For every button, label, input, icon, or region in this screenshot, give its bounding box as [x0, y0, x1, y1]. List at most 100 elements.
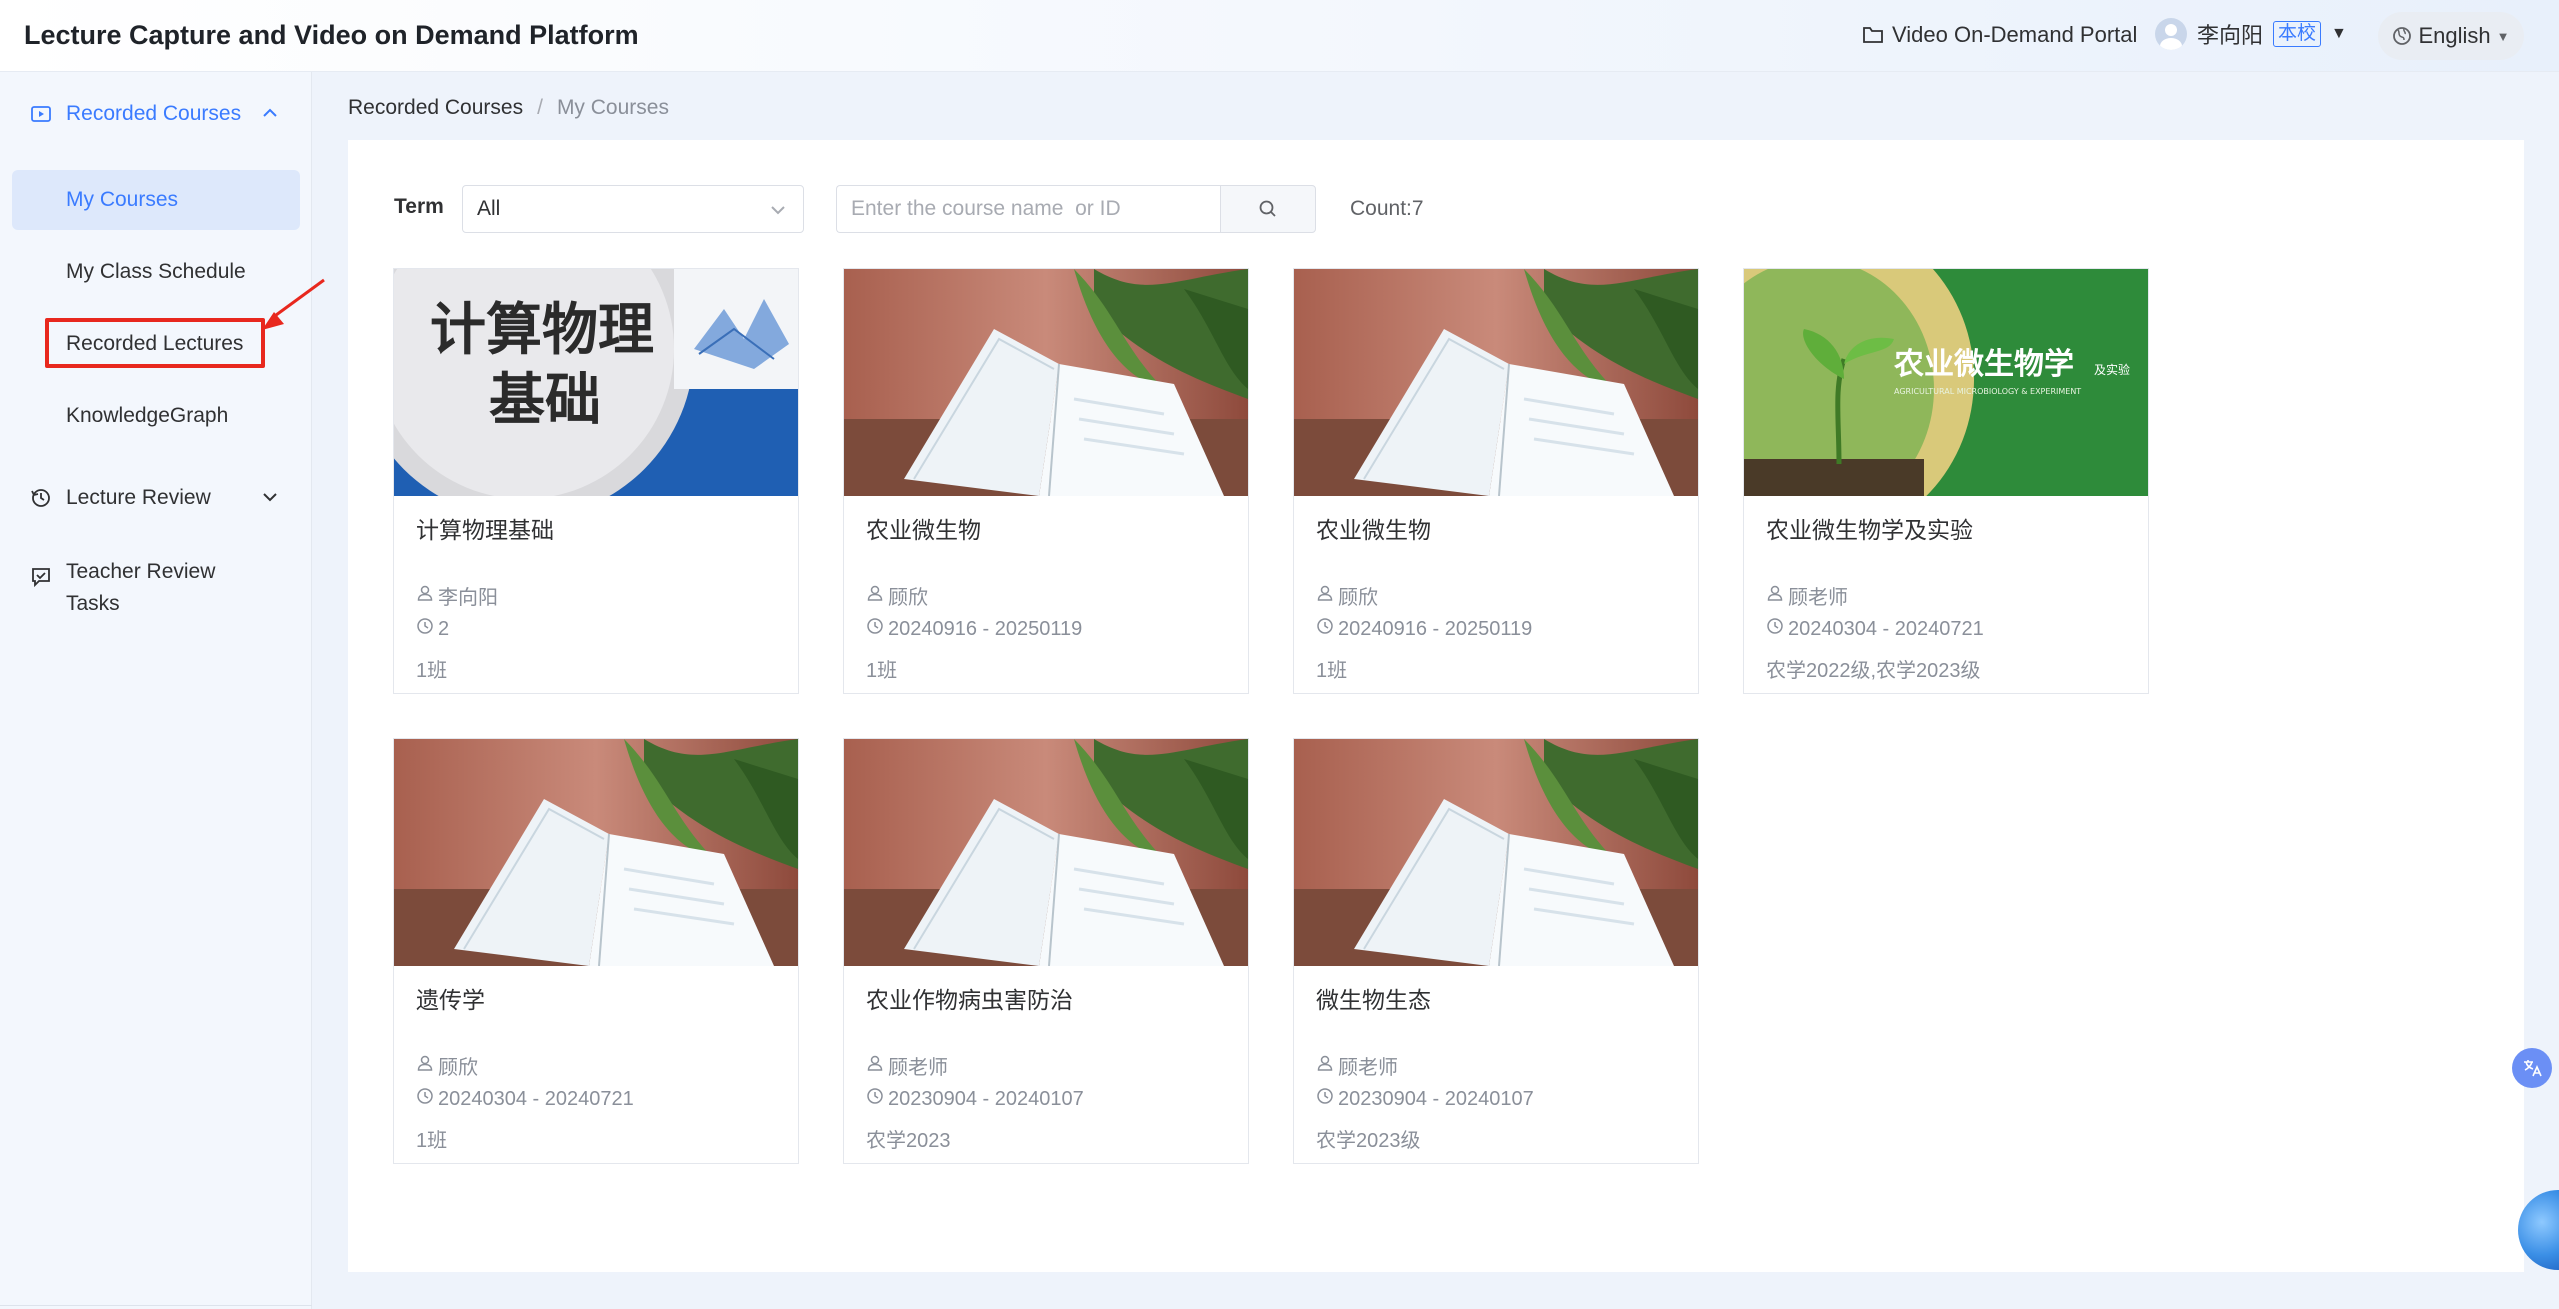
filter-bar: Term All Count:7	[394, 185, 1494, 233]
course-title[interactable]: 农业微生物学及实验	[1766, 511, 1973, 545]
clock-icon	[866, 617, 884, 641]
user-icon	[866, 584, 884, 608]
vod-portal-label: Video On-Demand Portal	[1892, 22, 2138, 47]
avatar	[2155, 18, 2187, 50]
chevron-down-icon	[262, 489, 278, 507]
course-teacher: 顾欣	[1316, 581, 1378, 610]
annotation-arrow-icon	[262, 278, 325, 330]
course-period-text: 20240304 - 20240721	[438, 1087, 634, 1110]
course-period: 2	[416, 617, 449, 641]
chevron-down-icon	[769, 198, 787, 222]
course-period-text: 20240916 - 20250119	[1338, 617, 1533, 640]
course-class: 1班	[416, 660, 448, 682]
user-icon	[866, 1054, 884, 1078]
user-name: 李向阳	[2197, 23, 2264, 48]
sidebar-group-lecture-review[interactable]: Lecture Review	[30, 486, 277, 510]
course-class: 1班	[866, 660, 898, 682]
course-thumbnail[interactable]	[394, 739, 798, 966]
breadcrumb: Recorded Courses / My Courses	[348, 96, 669, 120]
user-icon	[1766, 584, 1784, 608]
course-thumbnail[interactable]	[844, 269, 1248, 496]
sidebar-item-my-courses[interactable]: My Courses	[12, 170, 300, 230]
sidebar-group-label: Recorded Courses	[66, 102, 242, 125]
translate-icon[interactable]	[2512, 1048, 2552, 1088]
search-icon	[1259, 200, 1276, 217]
course-title[interactable]: 计算物理基础	[416, 511, 554, 545]
course-title[interactable]: 农业微生物	[866, 511, 981, 545]
course-title[interactable]: 遗传学	[416, 981, 485, 1015]
course-thumbnail[interactable]: 计算物理 基础	[394, 269, 798, 496]
language-switcher[interactable]: English ▼	[2378, 12, 2524, 60]
svg-text:农业微生物学: 农业微生物学	[1893, 347, 2074, 382]
course-title[interactable]: 农业微生物	[1316, 511, 1431, 545]
user-icon	[1316, 584, 1334, 608]
course-period: 20240304 - 20240721	[416, 1087, 634, 1111]
course-teacher-name: 顾老师	[1788, 587, 1848, 609]
sidebar-group-teacher-review-tasks[interactable]: Teacher Review Tasks	[30, 556, 215, 620]
sidebar-item-my-class-schedule[interactable]: My Class Schedule	[12, 242, 300, 302]
course-thumbnail[interactable]	[1294, 739, 1698, 966]
vod-portal-link[interactable]: Video On-Demand Portal	[1862, 22, 2137, 48]
sidebar: Recorded Courses My Courses My Class Sch…	[0, 72, 312, 1309]
annotation-highlight-box	[45, 318, 265, 368]
course-period: 20240304 - 20240721	[1766, 617, 1984, 641]
sidebar-group-label-line1: Teacher Review	[66, 560, 216, 583]
course-period: 20230904 - 20240107	[1316, 1087, 1534, 1111]
course-title[interactable]: 农业作物病虫害防治	[866, 981, 1073, 1015]
assistant-widget[interactable]	[2518, 1190, 2559, 1270]
term-select-value: All	[477, 197, 501, 220]
term-label: Term	[394, 195, 444, 218]
sidebar-group-recorded-courses[interactable]: Recorded Courses	[30, 102, 277, 126]
school-tag: 本校	[2273, 21, 2322, 47]
course-teacher-name: 顾欣	[1338, 587, 1378, 609]
course-class: 农学2022级,农学2023级	[1766, 660, 1981, 682]
course-period-text: 20240304 - 20240721	[1788, 617, 1984, 640]
course-period-text: 20230904 - 20240107	[888, 1087, 1084, 1110]
course-teacher-name: 顾欣	[888, 587, 928, 609]
app-title: Lecture Capture and Video on Demand Plat…	[24, 20, 639, 50]
course-card[interactable]: 农业微生物学 及实验 AGRICULTURAL MICROBIOLOGY & EXP…	[1743, 268, 2149, 694]
course-teacher: 顾欣	[416, 1051, 478, 1080]
course-teacher-name: 顾欣	[438, 1057, 478, 1079]
course-title[interactable]: 微生物生态	[1316, 981, 1431, 1015]
sidebar-group-label-line2: Tasks	[66, 592, 120, 615]
course-class: 农学2023级	[1316, 1130, 1421, 1152]
course-teacher: 顾欣	[866, 581, 928, 610]
sidebar-item-label: My Class Schedule	[66, 260, 246, 283]
review-task-icon	[32, 568, 50, 588]
clock-icon	[416, 1087, 434, 1111]
course-teacher: 顾老师	[1766, 581, 1848, 610]
course-period: 20240916 - 20250119	[866, 617, 1082, 641]
svg-text:基础: 基础	[489, 367, 601, 433]
history-icon	[31, 489, 50, 507]
course-card[interactable]: 农业微生物顾欣 20240916 - 20250119 1班	[843, 268, 1249, 694]
svg-text:AGRICULTURAL MICROBIOLOGY & EX: AGRICULTURAL MICROBIOLOGY & EXPERIMENT	[1894, 387, 2081, 396]
user-menu[interactable]: 李向阳 本校 ▼	[2155, 18, 2347, 50]
sidebar-item-label: KnowledgeGraph	[66, 404, 229, 427]
course-card[interactable]: 计算物理 基础 计算物理基础 李向阳 2 1班	[393, 268, 799, 694]
sidebar-divider	[0, 1305, 312, 1306]
course-card[interactable]: 农业作物病虫害防治 顾老师 20230904 - 20240107 农学2023	[843, 738, 1249, 1164]
course-class: 1班	[1316, 660, 1348, 682]
course-period: 20240916 - 20250119	[1316, 617, 1532, 641]
course-card[interactable]: 遗传学顾欣 20240304 - 20240721 1班	[393, 738, 799, 1164]
clock-icon	[1316, 1087, 1334, 1111]
course-class: 1班	[416, 1130, 448, 1152]
course-teacher-name: 顾老师	[1338, 1057, 1398, 1079]
user-icon	[1316, 1054, 1334, 1078]
course-period-text: 20230904 - 20240107	[1338, 1087, 1534, 1110]
search-button[interactable]	[1220, 185, 1316, 233]
course-thumbnail[interactable]	[1294, 269, 1698, 496]
sidebar-item-knowledge-graph[interactable]: KnowledgeGraph	[12, 386, 300, 446]
course-period-text: 2	[438, 617, 450, 640]
user-icon	[416, 1054, 434, 1078]
clock-icon	[1766, 617, 1784, 641]
course-thumbnail[interactable]: 农业微生物学 及实验 AGRICULTURAL MICROBIOLOGY & EXP…	[1744, 269, 2148, 496]
term-select[interactable]: All	[462, 185, 804, 233]
course-card[interactable]: 微生物生态顾老师 20230904 - 20240107 农学2023级	[1293, 738, 1699, 1164]
course-thumbnail[interactable]	[844, 739, 1248, 966]
breadcrumb-parent[interactable]: Recorded Courses	[348, 96, 523, 120]
video-icon	[31, 106, 51, 122]
course-search-input[interactable]	[836, 185, 1220, 233]
course-card[interactable]: 农业微生物顾欣 20240916 - 20250119 1班	[1293, 268, 1699, 694]
